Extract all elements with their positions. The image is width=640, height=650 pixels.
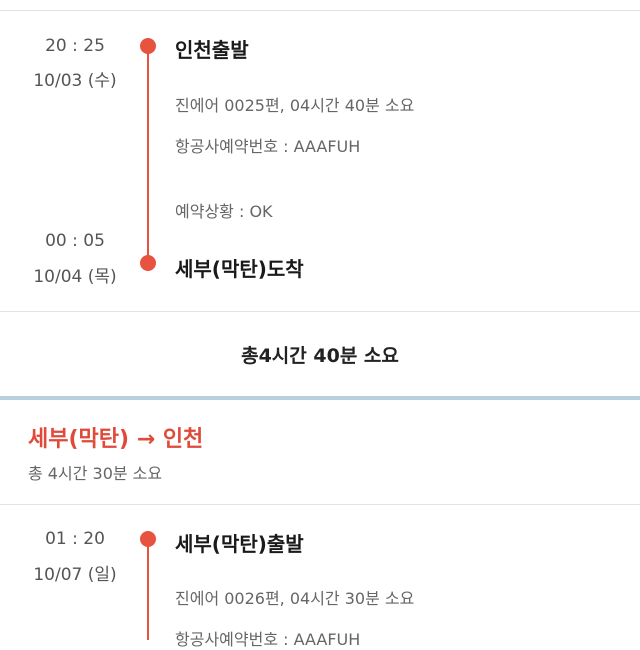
outbound-flight-info: 진에어 0025편, 04시간 40분 소요 (175, 96, 415, 115)
outbound-timeline (147, 46, 149, 264)
outbound-booking-ref: 항공사예약번호 : AAAFUH (175, 137, 361, 156)
return-route-total: 총 4시간 30분 소요 (28, 464, 163, 483)
top-divider (0, 10, 640, 11)
inbound-depart-date: 10/07 (일) (33, 565, 117, 585)
inbound-depart-place: 세부(막탄)출발 (175, 532, 304, 556)
outbound-arrive-dot (140, 255, 156, 271)
return-header-divider (0, 504, 640, 505)
outbound-depart-place: 인천출발 (175, 38, 249, 62)
outbound-arrive-place: 세부(막탄)도착 (175, 257, 304, 281)
outbound-total-duration: 총4시간 40분 소요 (241, 345, 399, 367)
inbound-depart-dot (140, 531, 156, 547)
inbound-timeline (147, 540, 149, 640)
route-section-divider (0, 396, 640, 400)
outbound-depart-date: 10/03 (수) (33, 71, 117, 91)
inbound-booking-ref: 항공사예약번호 : AAAFUH (175, 630, 361, 649)
return-route-title: 세부(막탄) → 인천 (28, 427, 204, 452)
outbound-depart-dot (140, 38, 156, 54)
inbound-flight-info: 진에어 0026편, 04시간 30분 소요 (175, 589, 415, 608)
outbound-depart-time: 20 : 25 (45, 36, 105, 56)
inbound-depart-time: 01 : 20 (45, 529, 105, 549)
outbound-arrive-date: 10/04 (목) (33, 267, 117, 287)
outbound-arrive-time: 00 : 05 (45, 231, 105, 251)
outbound-status: 예약상황 : OK (175, 202, 273, 221)
outbound-total-divider (0, 311, 640, 312)
